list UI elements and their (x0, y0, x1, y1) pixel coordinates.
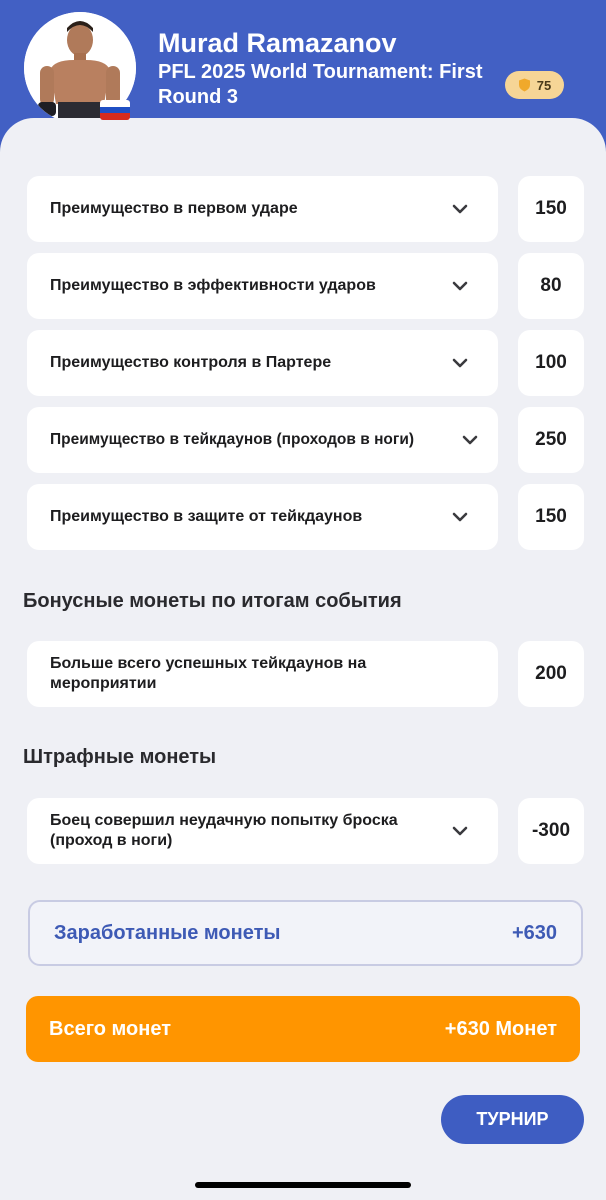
bonus-value: 200 (518, 641, 584, 707)
total-coins-value: +630 Монет (444, 1017, 557, 1040)
event-name: PFL 2025 World Tournament: First Round 3 (158, 61, 483, 108)
fighter-name: Murad Ramazanov (158, 28, 397, 58)
home-indicator[interactable] (195, 1182, 411, 1188)
advantage-row[interactable]: Преимущество в первом ударе (27, 176, 498, 242)
total-coins-row: Всего монет +630 Монет (26, 996, 580, 1062)
chevron-down-icon[interactable] (452, 512, 468, 522)
tournament-button[interactable]: ТУРНИР (441, 1095, 584, 1144)
penalty-value: -300 (518, 798, 584, 864)
earned-coins-label: Заработанные монеты (54, 921, 281, 944)
penalty-section-title: Штрафные монеты (23, 746, 217, 768)
advantage-row[interactable]: Преимущество в тейкдаунов (проходов в но… (27, 407, 498, 473)
advantage-row[interactable]: Преимущество в защите от тейкдаунов (27, 484, 498, 550)
bonus-label: Больше всего успешных тейкдаунов на меро… (50, 655, 367, 692)
total-coins-label: Всего монет (49, 1017, 172, 1040)
advantage-value: 100 (518, 330, 584, 396)
advantage-label: Преимущество в тейкдаунов (проходов в но… (50, 431, 415, 448)
advantage-label: Преимущество контроля в Партере (50, 354, 332, 371)
chevron-down-icon[interactable] (452, 204, 468, 214)
chevron-down-icon[interactable] (462, 435, 478, 445)
bonus-section-title: Бонусные монеты по итогам события (23, 590, 402, 612)
advantage-value: 150 (518, 176, 584, 242)
advantage-value: 80 (518, 253, 584, 319)
coin-balance-value: 75 (536, 77, 552, 93)
advantage-value: 250 (518, 407, 584, 473)
earned-coins-row: Заработанные монеты +630 (28, 900, 583, 966)
chevron-down-icon[interactable] (452, 358, 468, 368)
advantage-label: Преимущество в эффективности ударов (50, 277, 376, 294)
coin-balance-badge[interactable]: 75 (505, 71, 564, 99)
penalty-row[interactable]: Боец совершил неудачную попытку броска (… (27, 798, 498, 864)
earned-coins-value: +630 (511, 921, 557, 944)
advantage-row[interactable]: Преимущество контроля в Партере (27, 330, 498, 396)
chevron-down-icon[interactable] (452, 826, 468, 836)
advantage-label: Преимущество в защите от тейкдаунов (50, 508, 363, 525)
penalty-label: Боец совершил неудачную попытку броска (… (50, 812, 398, 849)
chevron-down-icon[interactable] (452, 281, 468, 291)
bonus-row: Больше всего успешных тейкдаунов на меро… (27, 641, 498, 707)
russia-flag-icon (100, 100, 130, 120)
advantage-row[interactable]: Преимущество в эффективности ударов (27, 253, 498, 319)
advantage-label: Преимущество в первом ударе (50, 200, 298, 217)
shield-icon (518, 78, 530, 92)
advantage-value: 150 (518, 484, 584, 550)
